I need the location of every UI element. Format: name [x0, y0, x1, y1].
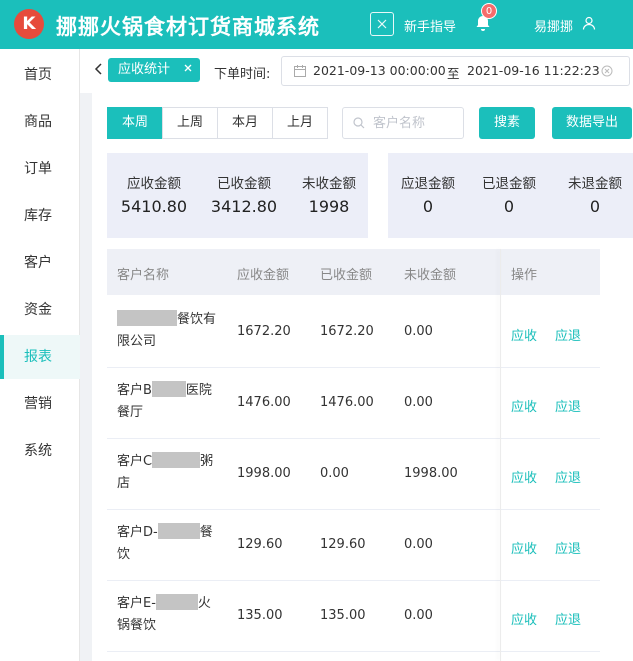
refund-link[interactable]: 应退 — [555, 538, 581, 557]
period-this-month[interactable]: 本月 — [217, 107, 273, 139]
redacted-text — [152, 452, 201, 468]
summary-receivable-value: 5410.80 — [120, 197, 188, 216]
summary-unrefunded-label: 未退金额 — [568, 176, 622, 192]
table-row-received: 135.00 — [320, 608, 366, 623]
sidebar-item-customers[interactable]: 客户 — [0, 241, 80, 285]
table-row-receivable: 1476.00 — [237, 395, 291, 410]
table-row-unreceived: 0.00 — [404, 324, 433, 339]
table-row-receivable: 129.60 — [237, 537, 283, 552]
row-divider — [107, 367, 600, 368]
user-name[interactable]: 易挪挪 — [534, 16, 573, 35]
refund-link[interactable]: 应退 — [555, 396, 581, 415]
table-row-received: 0.00 — [320, 466, 349, 481]
summary-refundable-label: 应退金额 — [401, 176, 455, 192]
summary-unrefunded-value: 0 — [589, 197, 601, 216]
table-row-unreceived: 0.00 — [404, 608, 433, 623]
redacted-text — [157, 523, 200, 539]
table-row-customer-name: 餐饮有限公司 — [117, 309, 221, 353]
calendar-icon — [294, 65, 306, 77]
col-actions: 操作 — [511, 268, 538, 283]
date-end[interactable]: 2021-09-16 11:22:23 — [467, 63, 600, 78]
period-last-month[interactable]: 上月 — [272, 107, 328, 139]
customer-name-prefix: 客户B — [117, 383, 152, 398]
chevron-left-icon[interactable] — [94, 62, 104, 76]
table-row-receivable: 1672.20 — [237, 324, 291, 339]
table-row-unreceived: 1998.00 — [404, 466, 458, 481]
table-row-unreceived: 0.00 — [404, 395, 433, 410]
summary-unreceived-value: 1998 — [308, 197, 350, 216]
receive-link[interactable]: 应收 — [511, 325, 537, 344]
export-button[interactable]: 数据导出 — [552, 107, 632, 139]
summary-receivable-label: 应收金额 — [127, 176, 181, 192]
sidebar-item-home[interactable]: 首页 — [0, 53, 80, 97]
date-label: 下单时间: — [214, 67, 271, 82]
table-row-customer-name: 客户B 医院餐厅 — [117, 380, 221, 424]
close-x-icon — [377, 19, 387, 29]
guide-toggle-icon[interactable] — [370, 12, 394, 36]
summary-refundable-value: 0 — [422, 197, 434, 216]
customer-name-prefix: 客户E- — [117, 596, 156, 611]
customer-name-prefix: 客户D- — [117, 525, 158, 540]
summary-received-label: 已收金额 — [217, 176, 271, 192]
sidebar-item-inventory[interactable]: 库存 — [0, 194, 80, 238]
table-row-customer-name: 客户C 粥店 — [117, 451, 221, 495]
table-row-customer-name: 客户E- 火锅餐饮 — [117, 593, 221, 637]
fixed-column-shadow — [500, 249, 501, 661]
table-row-receivable: 135.00 — [237, 608, 283, 623]
row-divider — [107, 580, 600, 581]
row-divider — [107, 438, 600, 439]
sidebar-item-system[interactable]: 系统 — [0, 429, 80, 473]
col-unreceived: 未收金额 — [404, 268, 457, 283]
table-row-receivable: 1998.00 — [237, 466, 291, 481]
sidebar-item-funds[interactable]: 资金 — [0, 288, 80, 332]
sidebar-item-products[interactable]: 商品 — [0, 100, 80, 144]
redacted-text — [151, 381, 186, 397]
summary-refunded-value: 0 — [503, 197, 515, 216]
app-logo: K — [14, 9, 44, 39]
col-received: 已收金额 — [320, 268, 373, 283]
row-divider — [107, 509, 600, 510]
sidebar-item-orders[interactable]: 订单 — [0, 147, 80, 191]
receive-link[interactable]: 应收 — [511, 609, 537, 628]
date-start[interactable]: 2021-09-13 00:00:00 — [313, 63, 446, 78]
col-receivable: 应收金额 — [237, 268, 290, 283]
close-icon[interactable] — [183, 63, 193, 73]
period-last-week[interactable]: 上周 — [162, 107, 218, 139]
refund-summary-card — [388, 153, 633, 238]
refund-link[interactable]: 应退 — [555, 609, 581, 628]
summary-refunded-label: 已退金额 — [482, 176, 536, 192]
col-customer-name: 客户名称 — [117, 268, 170, 283]
receivable-summary-card — [107, 153, 368, 238]
guide-link[interactable]: 新手指导 — [404, 16, 456, 35]
row-divider — [107, 651, 600, 652]
period-this-week[interactable]: 本周 — [107, 107, 163, 139]
receive-link[interactable]: 应收 — [511, 538, 537, 557]
refund-link[interactable]: 应退 — [555, 325, 581, 344]
table-row-received: 129.60 — [320, 537, 366, 552]
notification-badge: 0 — [481, 3, 497, 19]
logo-letter: K — [22, 14, 36, 34]
sidebar-item-reports[interactable]: 报表 — [0, 335, 80, 379]
clear-circle-icon[interactable] — [601, 65, 613, 77]
summary-unreceived-label: 未收金额 — [302, 176, 356, 192]
refund-link[interactable]: 应退 — [555, 467, 581, 486]
redacted-text — [117, 310, 177, 326]
summary-received-value: 3412.80 — [210, 197, 278, 216]
table-row-unreceived: 0.00 — [404, 537, 433, 552]
app-title: 挪挪火锅食材订货商城系统 — [56, 15, 320, 39]
search-button[interactable]: 搜素 — [479, 107, 535, 139]
sidebar-item-marketing[interactable]: 营销 — [0, 382, 80, 426]
user-icon[interactable] — [582, 16, 596, 30]
table-row-received: 1672.20 — [320, 324, 374, 339]
top-header: K 挪挪火锅食材订货商城系统 新手指导 0 易挪挪 — [0, 0, 633, 49]
receive-link[interactable]: 应收 — [511, 396, 537, 415]
table-row-customer-name: 客户D- 餐饮 — [117, 522, 221, 566]
date-separator: 至 — [447, 66, 460, 81]
search-icon — [353, 117, 365, 129]
redacted-text — [155, 594, 198, 610]
receive-link[interactable]: 应收 — [511, 467, 537, 486]
table-row-received: 1476.00 — [320, 395, 374, 410]
customer-name-prefix: 客户C — [117, 454, 153, 469]
